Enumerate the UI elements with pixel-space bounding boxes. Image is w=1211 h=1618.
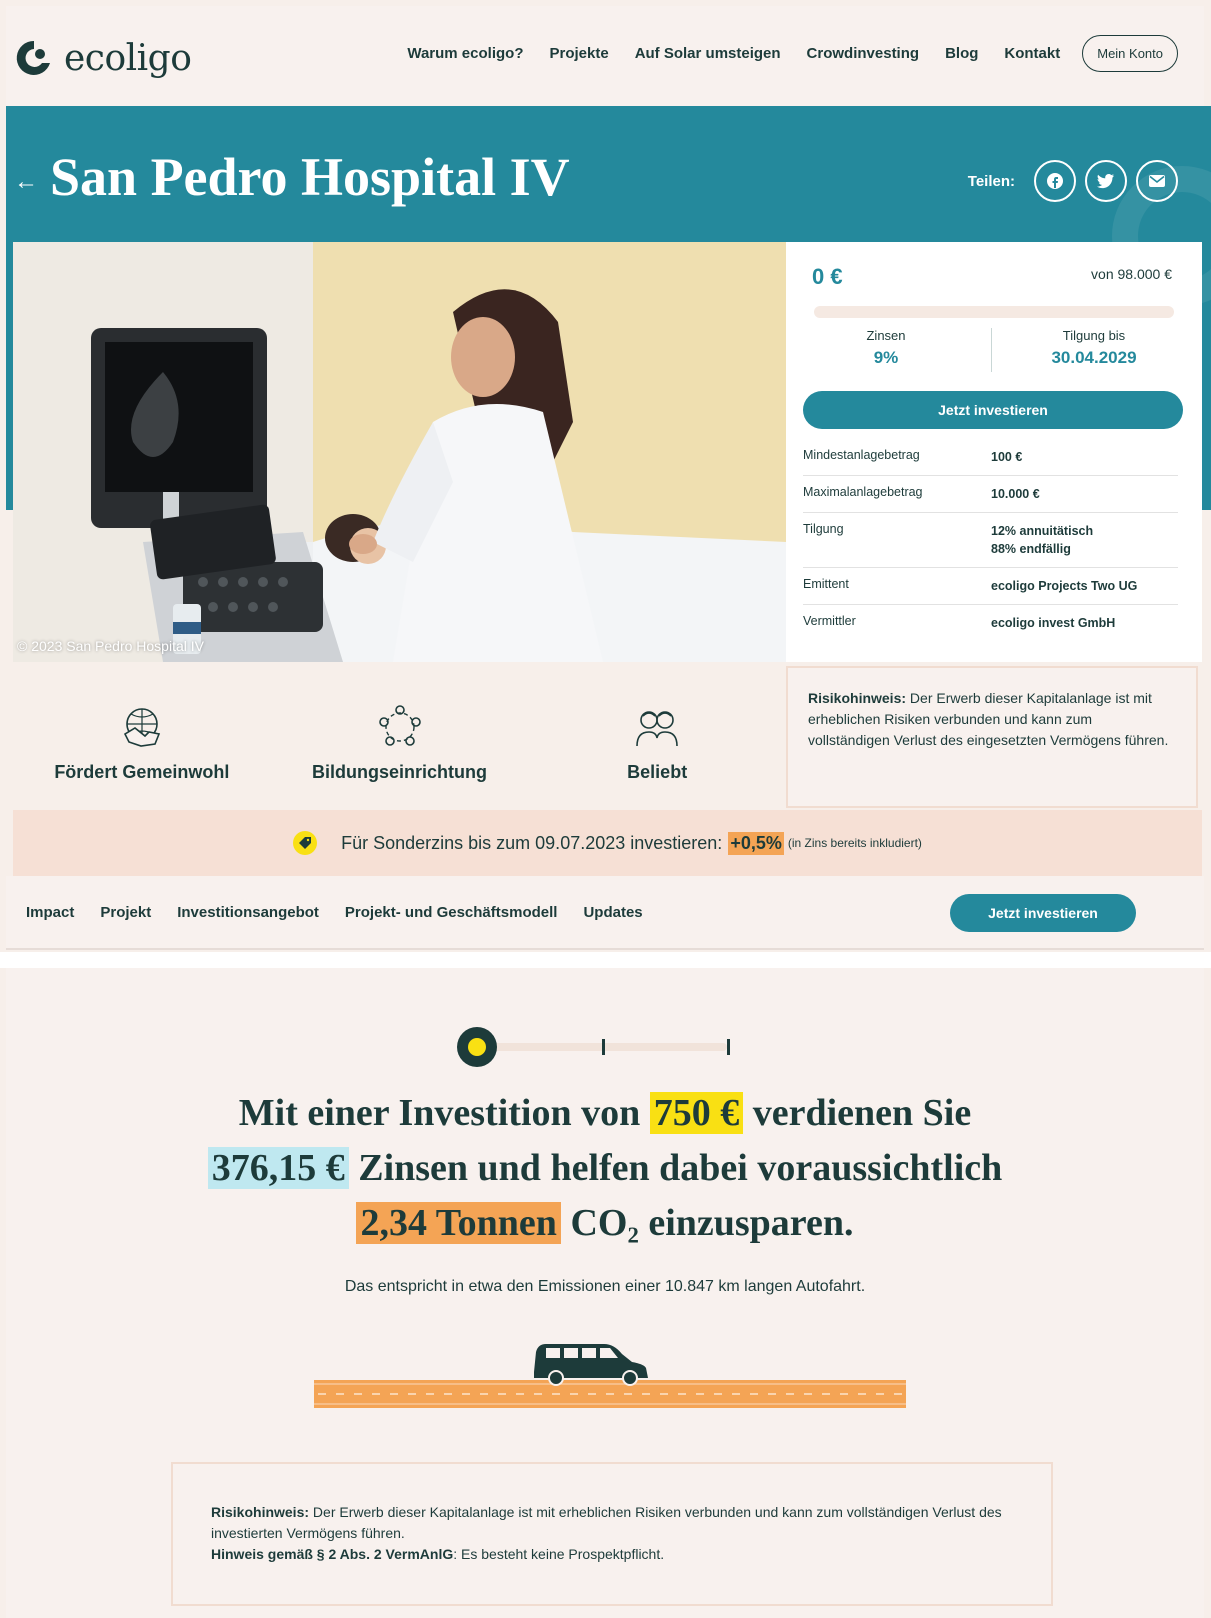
detail-value: 100 € xyxy=(991,450,1023,464)
headline-text: Mit einer Investition von xyxy=(238,1092,641,1134)
feature-label: Fördert Gemeinwohl xyxy=(54,762,230,782)
legal-notice-text: Der Erwerb dieser Kapitalanlage ist mit … xyxy=(211,1504,1002,1541)
detail-row: Maximalanlagebetrag 10.000 € xyxy=(803,476,1178,513)
section-link-impact[interactable]: Impact xyxy=(26,904,74,921)
back-arrow-icon[interactable]: ← xyxy=(14,168,38,196)
legal-notice-text: : Es besteht keine Prospektpflicht. xyxy=(453,1546,665,1562)
section-link-projekt[interactable]: Projekt xyxy=(100,904,151,921)
nav-auf-solar-umsteigen[interactable]: Auf Solar umsteigen xyxy=(635,45,781,62)
feature-item: Fördert Gemeinwohl xyxy=(13,662,271,808)
detail-value: 10.000 € xyxy=(991,487,1040,501)
account-button[interactable]: Mein Konto xyxy=(1082,35,1178,72)
feature-item: Beliebt xyxy=(528,662,786,808)
detail-key: Emittent xyxy=(803,577,849,591)
legal-notice: Risikohinweis: Der Erwerb dieser Kapital… xyxy=(171,1462,1053,1606)
twitter-icon[interactable] xyxy=(1085,160,1127,202)
investment-details: Mindestanlagebetrag 100 € Maximalanlageb… xyxy=(803,439,1178,641)
people-pair-icon xyxy=(636,711,678,747)
investment-amount: 750 € xyxy=(649,1092,744,1134)
detail-value-line: 88% endfällig xyxy=(991,542,1071,556)
section-link-investitionsangebot[interactable]: Investitionsangebot xyxy=(177,904,319,921)
car-road-illustration xyxy=(314,1344,906,1408)
feature-item: Bildungseinrichtung xyxy=(271,662,529,808)
section-link-geschaeftsmodell[interactable]: Projekt- und Geschäftsmodell xyxy=(345,904,558,921)
repayment-value: 30.04.2029 xyxy=(1051,348,1137,367)
detail-key: Maximalanlagebetrag xyxy=(803,485,923,499)
logo-mark-icon xyxy=(16,40,51,75)
nav-projekte[interactable]: Projekte xyxy=(549,45,608,62)
section-gap xyxy=(0,952,1211,968)
slider-tick xyxy=(727,1039,730,1055)
invest-now-button[interactable]: Jetzt investieren xyxy=(803,391,1183,429)
car-icon xyxy=(534,1344,648,1386)
page-title: San Pedro Hospital IV xyxy=(50,147,570,207)
kpi-divider xyxy=(991,328,992,372)
feature-label: Bildungseinrichtung xyxy=(312,762,487,782)
funding-progress-bar xyxy=(814,306,1174,318)
bonus-note: (in Zins bereits inkludiert) xyxy=(787,836,922,850)
investment-box: 0 € von 98.000 € Zinsen 9% Tilgung bis 3… xyxy=(786,242,1202,662)
risk-notice: Risikohinweis: Der Erwerb dieser Kapital… xyxy=(786,666,1198,808)
hospital-photo-illustration xyxy=(13,242,786,662)
logo-text: ecoligo xyxy=(64,37,192,79)
bonus-interest-banner: Für Sonderzins bis zum 09.07.2023 invest… xyxy=(13,810,1202,876)
share-label: Teilen: xyxy=(967,172,1015,190)
impact-section: Mit einer Investition von 750 € verdiene… xyxy=(6,968,1204,1618)
nav-blog[interactable]: Blog xyxy=(945,45,978,62)
interest-label: Zinsen xyxy=(866,328,906,343)
site-header: ecoligo Warum ecoligo? Projekte Auf Sola… xyxy=(6,6,1204,106)
legal-notice-label: Hinweis gemäß § 2 Abs. 2 VermAnlG xyxy=(211,1546,454,1562)
invest-now-button-secondary[interactable]: Jetzt investieren xyxy=(950,894,1136,932)
main-nav: Warum ecoligo? Projekte Auf Solar umstei… xyxy=(381,35,1178,72)
investment-slider[interactable] xyxy=(457,1027,747,1067)
interest-kpi: Zinsen 9% xyxy=(786,328,986,368)
project-features: Fördert Gemeinwohl Bildungseinrichtung B… xyxy=(13,662,786,808)
detail-row: Emittent ecoligo Projects Two UG xyxy=(803,568,1178,605)
detail-key: Mindestanlagebetrag xyxy=(803,448,920,462)
handshake-globe-icon xyxy=(123,708,160,747)
invested-amount: 0 € xyxy=(812,264,843,289)
headline-text: verdienen Sie xyxy=(752,1092,972,1134)
interest-earned: 376,15 € xyxy=(207,1147,349,1189)
bonus-text: Für Sonderzins bis zum 09.07.2023 invest… xyxy=(341,832,723,853)
legal-notice-label: Risikohinweis: xyxy=(211,1504,310,1520)
repayment-label: Tilgung bis xyxy=(1062,328,1126,343)
detail-value: ecoligo invest GmbH xyxy=(991,616,1116,630)
detail-row: Vermittler ecoligo invest GmbH xyxy=(803,605,1178,641)
nav-crowdinvesting[interactable]: Crowdinvesting xyxy=(807,45,920,62)
photo-caption: © 2023 San Pedro Hospital IV xyxy=(17,638,204,654)
section-link-updates[interactable]: Updates xyxy=(583,904,642,921)
detail-value: ecoligo Projects Two UG xyxy=(991,579,1138,593)
co2-saved: 2,34 Tonnen xyxy=(356,1202,561,1244)
detail-row: Mindestanlagebetrag 100 € xyxy=(803,439,1178,476)
nav-warum-ecoligo[interactable]: Warum ecoligo? xyxy=(407,45,523,62)
section-links: Impact Projekt Investitionsangebot Proje… xyxy=(26,904,669,921)
detail-value: 12% annuitätisch 88% endfällig xyxy=(991,522,1093,558)
detail-row: Tilgung 12% annuitätisch 88% endfällig xyxy=(803,513,1178,568)
share-bar: Teilen: xyxy=(968,160,1178,202)
section-nav: Impact Projekt Investitionsangebot Proje… xyxy=(6,876,1204,950)
funding-goal: von 98.000 € xyxy=(1091,266,1172,282)
nav-kontakt[interactable]: Kontakt xyxy=(1004,45,1060,62)
risk-notice-label: Risikohinweis: xyxy=(808,690,907,706)
logo[interactable]: ecoligo xyxy=(14,34,192,82)
slider-knob[interactable] xyxy=(457,1027,497,1067)
detail-key: Vermittler xyxy=(803,614,856,628)
detail-value-line: 12% annuitätisch xyxy=(991,524,1094,538)
impact-headline: Mit einer Investition von 750 € verdiene… xyxy=(6,1086,1204,1251)
people-circle-icon xyxy=(378,705,421,746)
project-photo: © 2023 San Pedro Hospital IV xyxy=(13,242,786,662)
facebook-icon[interactable] xyxy=(1034,160,1076,202)
price-tag-icon xyxy=(293,831,318,855)
headline-text: Zinsen und helfen dabei voraussichtlich xyxy=(358,1147,1003,1189)
interest-value: 9% xyxy=(873,348,899,367)
emissions-equivalent: Das entspricht in etwa den Emissionen ei… xyxy=(344,1278,866,1295)
repayment-kpi: Tilgung bis 30.04.2029 xyxy=(994,328,1194,368)
headline-text: CO₂ einzusparen. xyxy=(570,1202,854,1244)
bonus-rate: +0,5% xyxy=(728,831,784,855)
detail-key: Tilgung xyxy=(803,522,844,536)
feature-label: Beliebt xyxy=(627,762,688,782)
slider-tick xyxy=(602,1039,605,1055)
mail-icon[interactable] xyxy=(1136,160,1178,202)
